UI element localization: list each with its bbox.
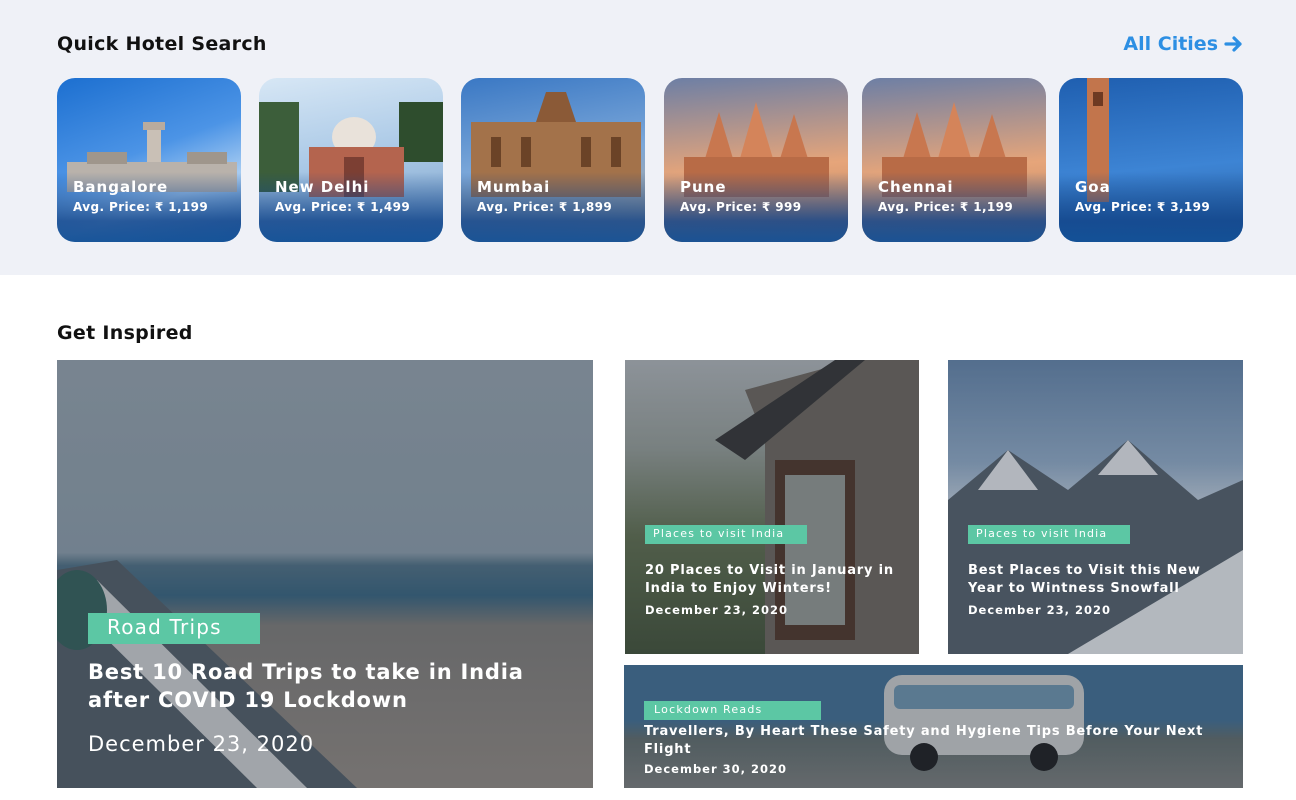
quick-search-title: Quick Hotel Search — [57, 33, 267, 55]
city-card-new-delhi[interactable]: New Delhi Avg. Price: ₹ 1,499 — [259, 78, 443, 242]
get-inspired-title: Get Inspired — [57, 322, 193, 344]
city-card-bangalore[interactable]: Bangalore Avg. Price: ₹ 1,199 — [57, 78, 241, 242]
article-tag: Places to visit India — [968, 525, 1130, 544]
article-date: December 30, 2020 — [644, 762, 788, 776]
article-title: Best Places to Visit this New Year to Wi… — [968, 563, 1201, 596]
article-card-snowfall[interactable]: Places to visit India Best Places to Vis… — [948, 360, 1243, 654]
city-price: Avg. Price: ₹ 1,899 — [477, 200, 613, 214]
all-cities-label: All Cities — [1123, 33, 1218, 55]
article-date: December 23, 2020 — [968, 603, 1112, 617]
city-name: Bangalore — [73, 178, 169, 196]
featured-article-card[interactable]: Road Trips Best 10 Road Trips to take in… — [57, 360, 593, 788]
article-title: Travellers, By Heart These Safety and Hy… — [644, 724, 1204, 757]
arrow-right-icon — [1224, 36, 1242, 52]
city-card-chennai[interactable]: Chennai Avg. Price: ₹ 1,199 — [862, 78, 1046, 242]
article-tag: Places to visit India — [645, 525, 807, 544]
article-title: 20 Places to Visit in January in India t… — [645, 563, 894, 596]
article-tag: Lockdown Reads — [644, 701, 821, 720]
city-name: Chennai — [878, 178, 954, 196]
city-price: Avg. Price: ₹ 1,199 — [73, 200, 209, 214]
article-date: December 23, 2020 — [645, 603, 789, 617]
city-price: Avg. Price: ₹ 3,199 — [1075, 200, 1211, 214]
featured-tag: Road Trips — [88, 613, 260, 644]
article-card-winters[interactable]: Places to visit India 20 Places to Visit… — [625, 360, 919, 654]
city-name: Pune — [680, 178, 727, 196]
featured-date: December 23, 2020 — [88, 732, 315, 756]
featured-title: Best 10 Road Trips to take in India afte… — [88, 660, 524, 713]
city-price: Avg. Price: ₹ 999 — [680, 200, 802, 214]
city-card-pune[interactable]: Pune Avg. Price: ₹ 999 — [664, 78, 848, 242]
city-name: Mumbai — [477, 178, 551, 196]
city-card-goa[interactable]: Goa Avg. Price: ₹ 3,199 — [1059, 78, 1243, 242]
city-name: Goa — [1075, 178, 1111, 196]
city-price: Avg. Price: ₹ 1,199 — [878, 200, 1014, 214]
city-card-mumbai[interactable]: Mumbai Avg. Price: ₹ 1,899 — [461, 78, 645, 242]
article-card-safety-tips[interactable]: Lockdown Reads Travellers, By Heart Thes… — [624, 665, 1243, 788]
city-price: Avg. Price: ₹ 1,499 — [275, 200, 411, 214]
city-name: New Delhi — [275, 178, 370, 196]
all-cities-link[interactable]: All Cities — [1123, 33, 1244, 55]
